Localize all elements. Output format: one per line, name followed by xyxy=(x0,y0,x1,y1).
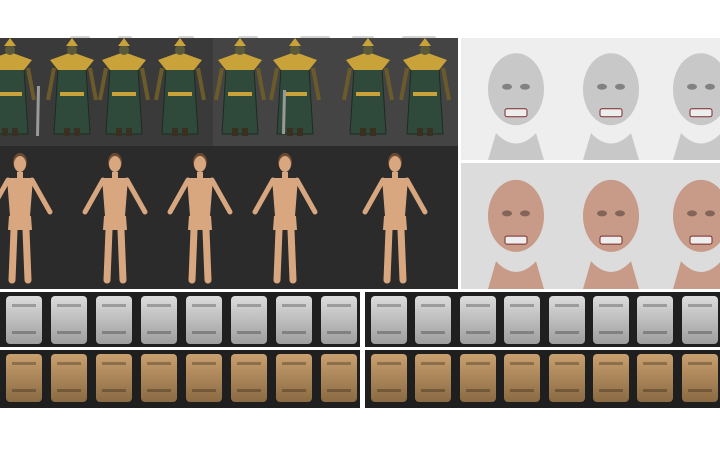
backpack-view xyxy=(231,354,267,402)
vest-view xyxy=(415,296,452,344)
backpack-view xyxy=(6,296,42,344)
warlord-figure xyxy=(399,38,451,136)
vest-view xyxy=(681,296,718,344)
vest-view xyxy=(459,296,496,344)
backpack-view xyxy=(321,354,357,402)
warlord-figure xyxy=(46,38,98,136)
warlord-figure xyxy=(0,38,36,136)
vest-view xyxy=(371,296,407,344)
human-figure xyxy=(252,153,318,284)
warlord-figure xyxy=(214,38,266,136)
backpack-view xyxy=(51,354,87,402)
zombie-head xyxy=(488,179,544,289)
backpack-view xyxy=(276,296,312,344)
backpack-view xyxy=(321,296,357,344)
backpack-view xyxy=(96,296,132,344)
vest-view xyxy=(504,296,541,344)
human-base-mesh-panel xyxy=(0,146,458,289)
warlord-figure xyxy=(269,38,321,136)
warlord-character-panel xyxy=(0,38,458,146)
zombie-head-painted-panel xyxy=(461,163,720,289)
zombie-grey-heads xyxy=(488,53,720,160)
vest-view xyxy=(415,354,452,402)
zombie-color-heads xyxy=(488,179,720,289)
vest-tan-panel xyxy=(365,350,720,408)
backpack-view xyxy=(276,354,312,402)
warlord-figure xyxy=(154,38,206,136)
zombie-head-sculpt-panel xyxy=(461,38,720,160)
vest-view xyxy=(592,296,629,344)
sword xyxy=(36,86,40,136)
backpack-view xyxy=(186,354,222,402)
zombie-head xyxy=(583,53,639,160)
vest-view xyxy=(371,354,407,402)
zombie-head xyxy=(673,179,720,289)
backpack-view xyxy=(186,296,222,344)
vest-view xyxy=(681,354,718,402)
backpack-view xyxy=(51,296,87,344)
human-figure xyxy=(167,153,233,284)
zombie-head xyxy=(488,53,544,160)
vest-view xyxy=(637,296,674,344)
backpack-tan-panel xyxy=(0,350,360,408)
backpack-view xyxy=(6,354,42,402)
vest-view xyxy=(637,354,674,402)
warlord-figures xyxy=(0,38,451,136)
zombie-head xyxy=(583,179,639,289)
vest-view xyxy=(459,354,496,402)
warlord-figure xyxy=(98,38,150,136)
vest-view xyxy=(592,354,629,402)
backpack-view xyxy=(141,296,177,344)
human-figure xyxy=(82,153,148,284)
backpack-grey-panel xyxy=(0,292,360,347)
vest-view xyxy=(504,354,541,402)
human-figure xyxy=(362,153,428,284)
vest-grey-panel xyxy=(365,292,720,347)
top-strip xyxy=(0,0,720,38)
human-figure xyxy=(0,153,53,284)
warlord-figure xyxy=(342,38,394,136)
vest-view xyxy=(548,354,585,402)
vest-view xyxy=(548,296,585,344)
human-figures xyxy=(0,153,428,284)
backpack-view xyxy=(96,354,132,402)
zombie-head xyxy=(673,53,720,160)
backpack-view xyxy=(141,354,177,402)
backpack-view xyxy=(231,296,267,344)
